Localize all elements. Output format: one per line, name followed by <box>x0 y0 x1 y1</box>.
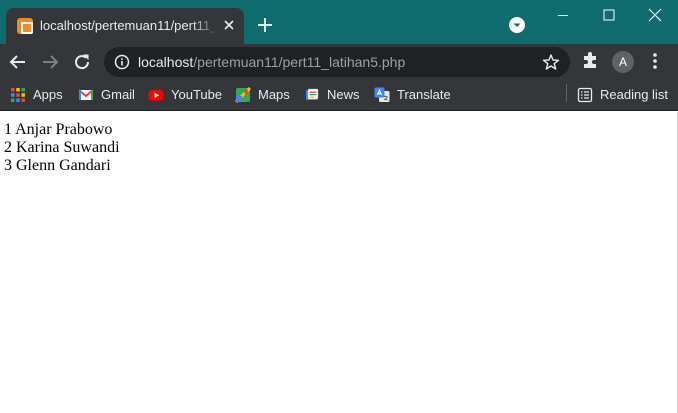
reading-list-icon <box>577 87 593 103</box>
url-text[interactable]: localhost/pertemuan11/pert11_latihan5.ph… <box>138 53 405 71</box>
maximize-icon[interactable] <box>586 0 632 30</box>
maps-icon <box>235 87 251 103</box>
url-path: /pertemuan11/pert11_latihan5.php <box>193 54 406 70</box>
list-item: 1 Anjar Prabowo <box>4 121 113 138</box>
bookmark-apps[interactable]: Apps <box>10 84 63 106</box>
list-item: 3 Glenn Gandari <box>4 157 111 174</box>
bookmark-label: Translate <box>397 87 451 102</box>
reading-list-button[interactable]: Reading list <box>577 84 668 106</box>
address-bar[interactable]: localhost/pertemuan11/pert11_latihan5.ph… <box>104 47 570 77</box>
bookmark-translate[interactable]: Translate <box>374 84 451 106</box>
more-menu-icon[interactable] <box>646 51 664 71</box>
page-content: 1 Anjar Prabowo 2 Karina Suwandi 3 Glenn… <box>0 112 678 413</box>
close-window-icon[interactable] <box>632 0 678 30</box>
browser-tab[interactable]: localhost/pertemuan11/pert11_latihan5.ph… <box>6 8 244 44</box>
bookmark-label: YouTube <box>171 87 223 102</box>
bookmark-news[interactable]: News <box>304 84 360 106</box>
minimize-icon[interactable] <box>540 0 586 30</box>
student-list: 1 Anjar Prabowo 2 Karina Suwandi 3 Glenn… <box>4 121 120 175</box>
news-icon <box>306 88 319 100</box>
translate-icon <box>374 87 390 102</box>
tab-search-icon[interactable] <box>508 16 526 34</box>
bookmark-gmail[interactable]: Gmail <box>78 84 135 106</box>
apps-grid-icon <box>11 88 25 102</box>
toolbar: localhost/pertemuan11/pert11_latihan5.ph… <box>0 44 678 79</box>
xampp-icon <box>17 18 33 34</box>
site-info-icon[interactable] <box>114 54 130 70</box>
reload-icon[interactable] <box>70 50 94 74</box>
bookmark-youtube[interactable]: YouTube <box>148 84 222 106</box>
bookmark-label: News <box>327 87 360 102</box>
list-item: 2 Karina Suwandi <box>4 139 120 156</box>
reading-list-label: Reading list <box>600 87 668 102</box>
title-bar: localhost/pertemuan11/pert11_latihan5.ph… <box>0 0 678 44</box>
bookmark-maps[interactable]: Maps <box>235 84 290 106</box>
bookmark-star-icon[interactable] <box>542 53 560 71</box>
gmail-icon <box>78 89 94 100</box>
bookmarks-divider <box>566 84 567 102</box>
bookmark-label: Maps <box>258 87 290 102</box>
tab-title: localhost/pertemuan11/pert11_latihan5.ph… <box>40 18 218 33</box>
new-tab-icon[interactable] <box>254 14 276 36</box>
url-host: localhost <box>138 54 194 70</box>
back-icon[interactable] <box>6 50 30 74</box>
bookmark-label: Gmail <box>101 87 135 102</box>
bookmark-label: Apps <box>33 87 63 102</box>
extensions-icon[interactable] <box>580 51 600 71</box>
close-tab-icon[interactable] <box>220 16 238 34</box>
forward-icon[interactable] <box>38 50 62 74</box>
profile-avatar[interactable]: A <box>612 51 634 73</box>
youtube-icon <box>148 90 164 101</box>
